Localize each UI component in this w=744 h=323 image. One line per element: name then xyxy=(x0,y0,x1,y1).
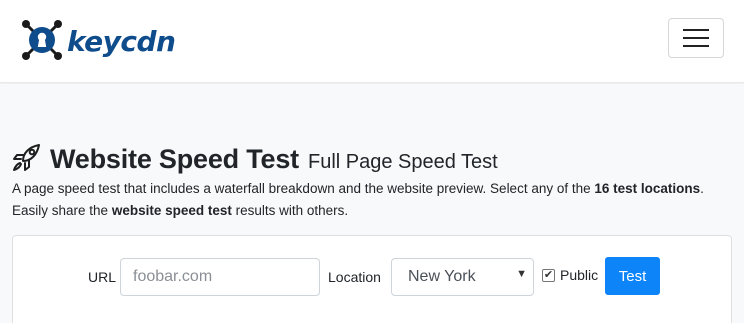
page-title: Website Speed Test xyxy=(50,144,299,174)
speed-test-form: URL Location New York ▼ ✔ Public Test xyxy=(12,235,732,323)
public-toggle[interactable]: ✔ Public xyxy=(542,267,598,283)
brand-name: keycdn xyxy=(67,24,176,58)
location-selected-value: New York xyxy=(408,268,476,285)
test-button[interactable]: Test xyxy=(605,257,660,295)
page-subtitle: Full Page Speed Test xyxy=(307,151,498,173)
navbar: keycdn xyxy=(0,0,744,83)
description-text: A page speed test that includes a waterf… xyxy=(12,181,595,196)
url-input[interactable] xyxy=(120,258,320,296)
description-locations-emphasis: 16 test locations xyxy=(594,181,701,196)
url-label: URL xyxy=(88,269,117,285)
public-label: Public xyxy=(560,267,599,283)
hamburger-menu-icon xyxy=(683,37,709,39)
rocket-icon xyxy=(13,144,40,171)
brand-logo[interactable]: keycdn xyxy=(18,14,176,66)
description-speed-test-emphasis: website speed test xyxy=(111,203,232,218)
description-text: results with others. xyxy=(231,203,349,218)
public-checkbox[interactable]: ✔ xyxy=(542,268,555,282)
hamburger-menu-icon xyxy=(683,45,709,47)
location-label: Location xyxy=(328,269,381,285)
hamburger-menu-icon xyxy=(683,29,709,31)
hamburger-menu-button[interactable] xyxy=(668,18,724,58)
page-heading: Website Speed Test Full Page Speed Test xyxy=(12,138,498,175)
keyhole-gear-logo-icon xyxy=(22,20,62,60)
page-description: A page speed test that includes a waterf… xyxy=(12,178,732,222)
chevron-down-icon: ▼ xyxy=(516,268,527,280)
location-select[interactable]: New York ▼ xyxy=(391,258,534,296)
